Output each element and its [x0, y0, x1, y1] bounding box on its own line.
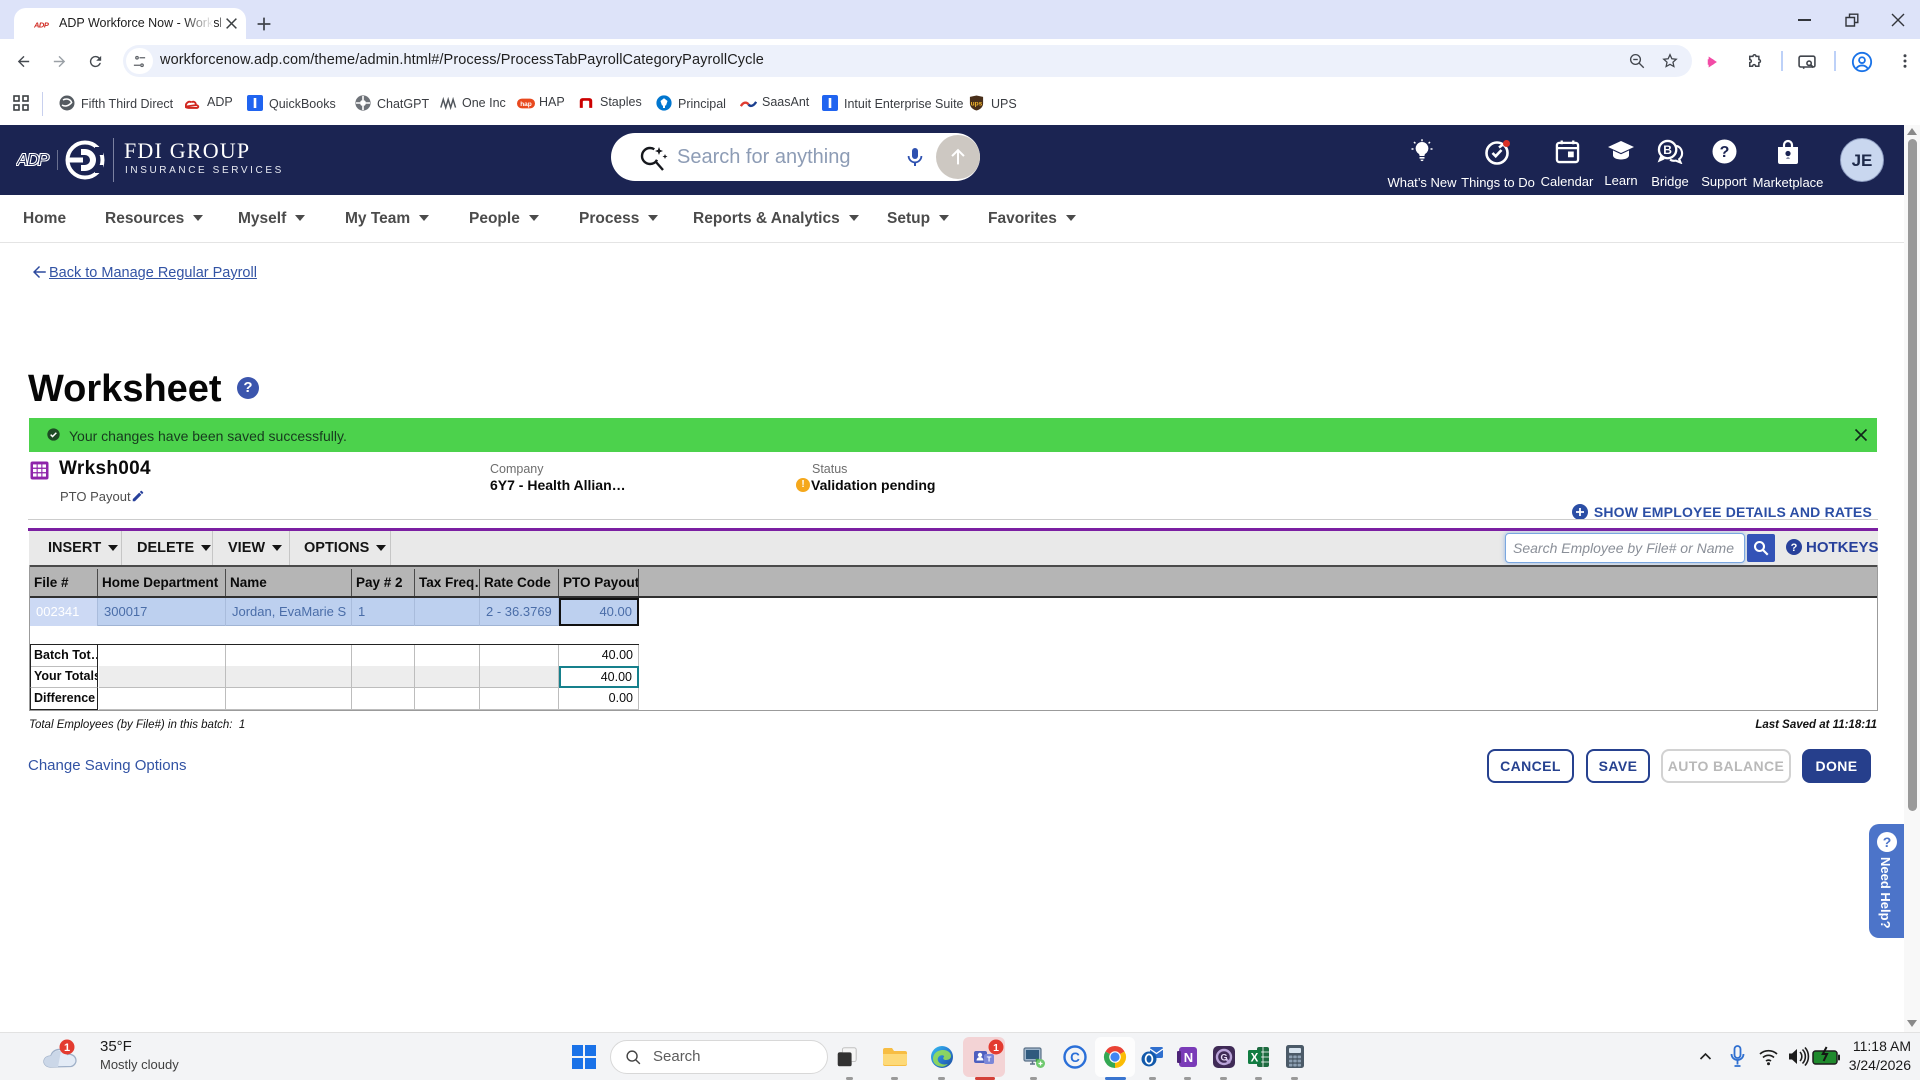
svg-text:1: 1	[64, 1042, 70, 1054]
svg-text:ADP: ADP	[34, 21, 50, 30]
svg-text:1: 1	[993, 1042, 999, 1054]
svg-text:T: T	[987, 1055, 992, 1064]
svg-text:C: C	[1070, 1050, 1080, 1065]
svg-text:?: ?	[1791, 542, 1798, 554]
svg-text:hap: hap	[520, 101, 532, 108]
svg-text:N: N	[1184, 1050, 1193, 1065]
svg-text:B: B	[1663, 143, 1672, 157]
svg-text:X: X	[1251, 1053, 1259, 1065]
svg-text:?: ?	[1719, 144, 1729, 161]
svg-text:ADP: ADP	[16, 150, 49, 170]
svg-text:ups: ups	[971, 100, 983, 107]
svg-text:G: G	[1220, 1053, 1227, 1063]
